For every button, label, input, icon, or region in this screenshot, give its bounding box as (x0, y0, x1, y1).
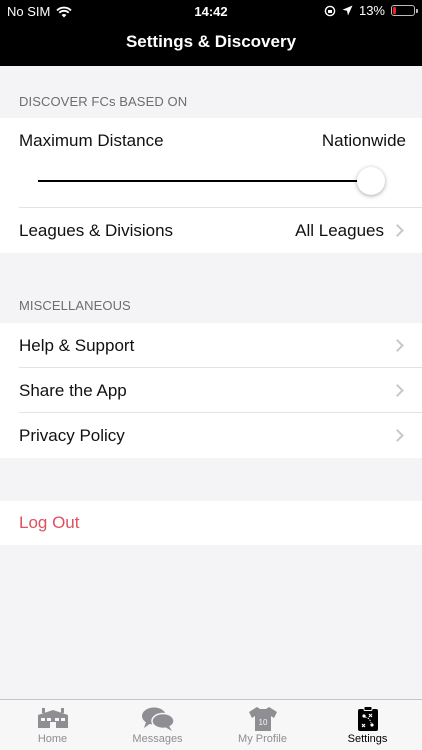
logout-button[interactable]: Log Out (0, 501, 422, 545)
chat-bubbles-icon (141, 707, 175, 731)
logout-group: Log Out (0, 501, 422, 545)
misc-group: Help & Support Share the App Privacy Pol… (0, 323, 422, 458)
tab-home[interactable]: Home (0, 700, 105, 750)
help-support-row[interactable]: Help & Support (0, 323, 422, 368)
logout-label: Log Out (19, 513, 80, 532)
tab-settings-label: Settings (347, 733, 388, 745)
discover-group: Maximum Distance Nationwide Leagues & Di… (0, 118, 422, 253)
misc-section-header: MISCELLANEOUS (19, 298, 131, 313)
battery-percent: 13% (358, 3, 385, 18)
jersey-number: 10 (258, 718, 267, 727)
help-support-label: Help & Support (19, 335, 135, 355)
share-app-label: Share the App (19, 380, 127, 400)
tab-bar: Home Messages 10 My Profile Settings (0, 699, 422, 750)
orientation-lock-icon (324, 5, 336, 16)
tab-my-profile[interactable]: 10 My Profile (210, 700, 315, 750)
max-distance-label: Maximum Distance (19, 130, 164, 150)
location-arrow-icon (342, 5, 353, 16)
status-right: 13% (324, 3, 418, 18)
top-bar: No SIM 14:42 13% Settings & Discovery (0, 0, 422, 66)
distance-slider-thumb[interactable] (357, 167, 385, 195)
leagues-value: All Leagues (295, 220, 384, 240)
battery-icon (391, 5, 418, 16)
chevron-right-icon (391, 429, 404, 442)
chevron-right-icon (391, 224, 404, 237)
chevron-right-icon (391, 339, 404, 352)
privacy-policy-row[interactable]: Privacy Policy (0, 413, 422, 458)
status-bar: No SIM 14:42 13% (0, 0, 422, 22)
page-title: Settings & Discovery (125, 32, 297, 51)
share-app-row[interactable]: Share the App (0, 368, 422, 413)
max-distance-row: Maximum Distance Nationwide (0, 118, 422, 163)
leagues-label: Leagues & Divisions (19, 220, 174, 240)
tab-messages[interactable]: Messages (105, 700, 210, 750)
tab-home-label: Home (37, 733, 68, 745)
distance-slider-track[interactable] (38, 180, 371, 182)
stadium-icon (37, 708, 68, 728)
battery-fill (393, 7, 396, 14)
tactics-board-icon (357, 706, 378, 731)
chevron-right-icon (391, 384, 404, 397)
tab-my-profile-label: My Profile (238, 733, 287, 745)
leagues-divisions-row[interactable]: Leagues & Divisions All Leagues (0, 208, 422, 253)
tab-settings[interactable]: Settings (315, 700, 420, 750)
tab-messages-label: Messages (132, 733, 183, 745)
jersey-icon: 10 (248, 707, 277, 731)
max-distance-value: Nationwide (321, 130, 406, 150)
privacy-policy-label: Privacy Policy (19, 425, 125, 445)
discover-section-header: DISCOVER FCs BASED ON (19, 94, 188, 109)
